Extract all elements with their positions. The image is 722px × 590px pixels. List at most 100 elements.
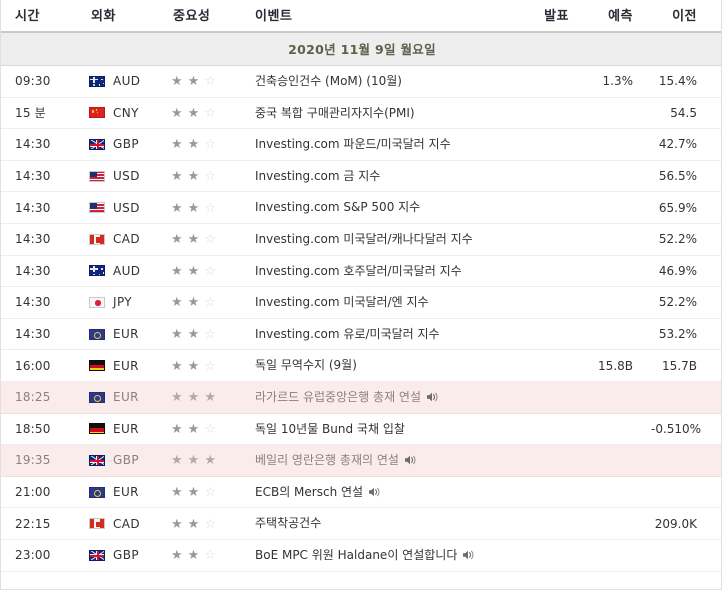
event-title[interactable]: 건축승인건수 (MoM) (10월) <box>255 74 402 88</box>
gbp-flag <box>89 549 105 561</box>
cell-event[interactable]: Investing.com S&P 500 지수 <box>247 191 505 224</box>
column-header-event[interactable]: 이벤트 <box>247 0 505 33</box>
cell-importance[interactable]: ★ ★ ☆ <box>151 476 247 509</box>
cell-previous: 209.0K <box>651 507 721 540</box>
importance-stars[interactable]: ★ ★ ☆ <box>171 423 216 436</box>
cell-event[interactable]: 독일 10년물 Bund 국채 입찰 <box>247 413 505 446</box>
table-row[interactable]: 18:50 EUR ★ ★ ☆ 독일 10년물 Bund 국채 입찰 -0.510% <box>1 413 721 446</box>
table-row[interactable]: 14:30 USD ★ ★ ☆ Investing.com 금 지수 56.5% <box>1 160 721 193</box>
event-title[interactable]: 독일 무역수지 (9월) <box>255 358 357 372</box>
importance-stars[interactable]: ★ ★ ☆ <box>171 296 216 309</box>
cell-importance[interactable]: ★ ★ ☆ <box>151 255 247 288</box>
cell-previous: 15.7B <box>651 349 721 382</box>
column-header-currency[interactable]: 외화 <box>79 0 151 33</box>
cell-importance[interactable]: ★ ★ ☆ <box>151 539 247 572</box>
speaker-icon[interactable] <box>368 486 381 498</box>
cell-event[interactable]: BoE MPC 위원 Haldane이 연설합니다 <box>247 539 505 572</box>
cell-event[interactable]: Investing.com 미국달러/캐나다달러 지수 <box>247 223 505 256</box>
cell-actual <box>505 191 579 224</box>
event-title[interactable]: 중국 복합 구매관리자지수(PMI) <box>255 106 415 120</box>
importance-stars[interactable]: ★ ★ ☆ <box>171 202 216 215</box>
column-header-previous[interactable]: 이전 <box>651 0 721 33</box>
importance-stars[interactable]: ★ ★ ☆ <box>171 233 216 246</box>
column-header-importance[interactable]: 중요성 <box>151 0 247 33</box>
cell-importance[interactable]: ★ ★ ☆ <box>151 413 247 446</box>
event-title[interactable]: 독일 10년물 Bund 국채 입찰 <box>255 422 405 436</box>
cell-event[interactable]: 독일 무역수지 (9월) <box>247 349 505 382</box>
cell-importance[interactable]: ★ ★ ☆ <box>151 160 247 193</box>
table-row[interactable]: 14:30 USD ★ ★ ☆ Investing.com S&P 500 지수 65.9% <box>1 191 721 224</box>
importance-stars[interactable]: ★ ★ ☆ <box>171 138 216 151</box>
date-header-label: 2020년 11월 9일 월요일 <box>1 32 721 66</box>
speaker-icon[interactable] <box>404 454 417 466</box>
column-header-time[interactable]: 시간 <box>1 0 79 33</box>
column-header-forecast[interactable]: 예측 <box>579 0 651 33</box>
table-row[interactable]: 21:00 EUR ★ ★ ☆ ECB의 Mersch 연설 <box>1 476 721 509</box>
importance-stars[interactable]: ★ ★ ☆ <box>171 549 216 562</box>
importance-stars[interactable]: ★ ★ ☆ <box>171 360 216 373</box>
event-title[interactable]: Investing.com 미국달러/엔 지수 <box>255 295 429 309</box>
cell-event[interactable]: Investing.com 금 지수 <box>247 160 505 193</box>
cell-event[interactable]: 건축승인건수 (MoM) (10월) <box>247 65 505 98</box>
cell-forecast <box>579 413 651 446</box>
cell-forecast <box>579 255 651 288</box>
table-row[interactable]: 14:30 CAD ★ ★ ☆ Investing.com 미국달러/캐나다달러 지수 52… <box>1 223 721 256</box>
cell-event[interactable]: Investing.com 호주달러/미국달러 지수 <box>247 255 505 288</box>
table-row[interactable]: 09:30 AUD ★ ★ ☆ 건축승인건수 (MoM) (10월) 1.3% 15.4% <box>1 65 721 98</box>
eur-flag <box>89 486 105 498</box>
cell-importance[interactable]: ★ ★ ☆ <box>151 349 247 382</box>
event-title[interactable]: 라가르드 유럽중앙은행 총재 연설 <box>255 390 421 404</box>
importance-stars[interactable]: ★ ★ ★ <box>171 391 216 404</box>
table-row[interactable]: 22:15 CAD ★ ★ ☆ 주택착공건수 209.0K <box>1 507 721 540</box>
table-row[interactable]: 15 분 CNY ★ ★ ☆ 중국 복합 구매관리자지수(PMI) 54.5 <box>1 97 721 130</box>
event-title[interactable]: 베일리 영란은행 총재의 연설 <box>255 453 399 467</box>
speaker-icon[interactable] <box>426 391 439 403</box>
table-row[interactable]: 18:25 EUR ★ ★ ★ 라가르드 유럽중앙은행 총재 연설 <box>1 381 721 414</box>
table-row[interactable]: 16:00 EUR ★ ★ ☆ 독일 무역수지 (9월) 15.8B 15.7B <box>1 349 721 382</box>
cell-importance[interactable]: ★ ★ ☆ <box>151 97 247 130</box>
cell-event[interactable]: Investing.com 유로/미국달러 지수 <box>247 318 505 351</box>
event-title[interactable]: Investing.com S&P 500 지수 <box>255 200 420 214</box>
importance-stars[interactable]: ★ ★ ☆ <box>171 75 216 88</box>
event-title[interactable]: Investing.com 파운드/미국달러 지수 <box>255 137 451 151</box>
cell-importance[interactable]: ★ ★ ☆ <box>151 128 247 161</box>
table-row[interactable]: 14:30 AUD ★ ★ ☆ Investing.com 호주달러/미국달러 지수 46.… <box>1 255 721 288</box>
cell-event[interactable]: 라가르드 유럽중앙은행 총재 연설 <box>247 381 505 414</box>
speaker-icon[interactable] <box>462 549 475 561</box>
cell-event[interactable]: 베일리 영란은행 총재의 연설 <box>247 444 505 477</box>
table-row[interactable]: 14:30 JPY ★ ★ ☆ Investing.com 미국달러/엔 지수 52.2% <box>1 286 721 319</box>
table-row[interactable]: 19:35 GBP ★ ★ ★ 베일리 영란은행 총재의 연설 <box>1 444 721 477</box>
event-title[interactable]: 주택착공건수 <box>255 516 321 530</box>
importance-stars[interactable]: ★ ★ ☆ <box>171 486 216 499</box>
event-title[interactable]: Investing.com 금 지수 <box>255 169 380 183</box>
column-header-actual[interactable]: 발표 <box>505 0 579 33</box>
cell-importance[interactable]: ★ ★ ☆ <box>151 286 247 319</box>
table-row[interactable]: 14:30 EUR ★ ★ ☆ Investing.com 유로/미국달러 지수 53.2% <box>1 318 721 351</box>
cell-event[interactable]: Investing.com 파운드/미국달러 지수 <box>247 128 505 161</box>
importance-stars[interactable]: ★ ★ ☆ <box>171 518 216 531</box>
event-title[interactable]: Investing.com 호주달러/미국달러 지수 <box>255 264 462 278</box>
cell-importance[interactable]: ★ ★ ★ <box>151 444 247 477</box>
importance-stars[interactable]: ★ ★ ☆ <box>171 107 216 120</box>
importance-stars[interactable]: ★ ★ ☆ <box>171 328 216 341</box>
event-title[interactable]: Investing.com 유로/미국달러 지수 <box>255 327 440 341</box>
cell-actual <box>505 507 579 540</box>
cell-importance[interactable]: ★ ★ ☆ <box>151 318 247 351</box>
cell-event[interactable]: 주택착공건수 <box>247 507 505 540</box>
event-title[interactable]: Investing.com 미국달러/캐나다달러 지수 <box>255 232 473 246</box>
importance-stars[interactable]: ★ ★ ☆ <box>171 265 216 278</box>
event-title[interactable]: ECB의 Mersch 연설 <box>255 485 363 499</box>
cell-event[interactable]: ECB의 Mersch 연설 <box>247 476 505 509</box>
cell-importance[interactable]: ★ ★ ★ <box>151 381 247 414</box>
table-row[interactable]: 23:00 GBP ★ ★ ☆ BoE MPC 위원 Haldane이 연설합니다 <box>1 539 721 572</box>
importance-stars[interactable]: ★ ★ ☆ <box>171 170 216 183</box>
cell-importance[interactable]: ★ ★ ☆ <box>151 191 247 224</box>
cell-importance[interactable]: ★ ★ ☆ <box>151 507 247 540</box>
importance-stars[interactable]: ★ ★ ★ <box>171 454 216 467</box>
cell-event[interactable]: Investing.com 미국달러/엔 지수 <box>247 286 505 319</box>
cell-event[interactable]: 중국 복합 구매관리자지수(PMI) <box>247 97 505 130</box>
cell-importance[interactable]: ★ ★ ☆ <box>151 65 247 98</box>
table-row[interactable]: 14:30 GBP ★ ★ ☆ Investing.com 파운드/미국달러 지수 42.7… <box>1 128 721 161</box>
event-title[interactable]: BoE MPC 위원 Haldane이 연설합니다 <box>255 548 457 562</box>
cell-importance[interactable]: ★ ★ ☆ <box>151 223 247 256</box>
